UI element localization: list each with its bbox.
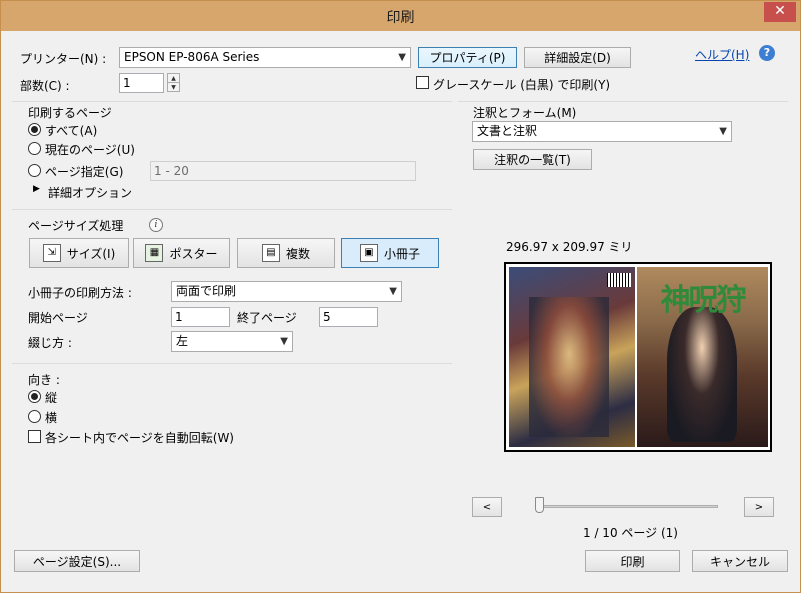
- next-page-button[interactable]: >: [744, 497, 774, 517]
- print-dialog: 印刷 ✕ プリンター(N) : EPSON EP-806A Series ▼ プ…: [0, 0, 801, 593]
- page-slider-thumb[interactable]: [535, 497, 544, 513]
- fit-size-icon: ⇲: [42, 244, 61, 262]
- title-bar[interactable]: 印刷 ✕: [1, 1, 800, 31]
- preview-dimensions: 296.97 x 209.97 ミリ: [506, 240, 633, 254]
- poster-label: ポスター: [169, 246, 218, 261]
- pages-range-radio[interactable]: [28, 164, 41, 177]
- auto-rotate-checkbox[interactable]: [28, 430, 41, 443]
- page-size-heading: ページサイズ処理: [28, 219, 124, 233]
- pages-range-label: ページ指定(G): [45, 165, 124, 179]
- copies-input[interactable]: 1: [119, 73, 164, 93]
- booklet-label: 小冊子: [383, 246, 420, 261]
- multiple-label: 複数: [285, 246, 310, 261]
- print-button[interactable]: 印刷: [585, 550, 680, 572]
- pages-current-label: 現在のページ(U): [45, 143, 135, 157]
- chevron-down-icon: ▼: [719, 126, 727, 137]
- dialog-body: プリンター(N) : EPSON EP-806A Series ▼ プロパティ(…: [8, 31, 795, 587]
- more-options-label[interactable]: 詳細オプション: [48, 184, 132, 201]
- portrait-label: 縦: [45, 391, 58, 405]
- expand-triangle-icon[interactable]: ▶: [33, 184, 40, 194]
- comments-summary-button[interactable]: 注釈の一覧(T): [473, 149, 592, 170]
- pages-all-label: すべて(A): [45, 124, 98, 138]
- size-fit-label: サイズ(I): [66, 246, 116, 261]
- copies-stepper[interactable]: ▲ ▼: [167, 73, 180, 92]
- advanced-button[interactable]: 詳細設定(D): [524, 47, 631, 68]
- character-illustration: [667, 307, 737, 442]
- booklet-method-label: 小冊子の印刷方法 :: [28, 286, 132, 300]
- booklet-icon: ▣: [359, 244, 378, 262]
- size-fit-button[interactable]: ⇲ サイズ(I): [29, 238, 129, 268]
- poster-button[interactable]: ▦ ポスター: [133, 238, 230, 268]
- stepper-down-icon[interactable]: ▼: [168, 83, 179, 92]
- start-page-input[interactable]: 1: [171, 307, 230, 327]
- end-page-input[interactable]: 5: [319, 307, 378, 327]
- start-page-label: 開始ページ: [28, 311, 88, 325]
- grayscale-checkbox[interactable]: [416, 76, 429, 89]
- comments-heading: 注釈とフォーム(M): [473, 106, 577, 120]
- grayscale-label: グレースケール (白黒) で印刷(Y): [433, 78, 611, 92]
- printer-label: プリンター(N) :: [20, 52, 107, 66]
- back-cover-image: [509, 267, 635, 447]
- binding-value: 左: [176, 334, 189, 348]
- cancel-button[interactable]: キャンセル: [692, 550, 788, 572]
- copies-label: 部数(C) :: [20, 79, 70, 93]
- landscape-label: 横: [45, 411, 58, 425]
- poster-icon: ▦: [145, 244, 164, 262]
- page-setup-button[interactable]: ページ設定(S)...: [14, 550, 140, 572]
- chevron-down-icon: ▼: [280, 336, 288, 347]
- pages-range-input[interactable]: 1 - 20: [150, 161, 416, 181]
- chevron-down-icon: ▼: [398, 52, 406, 63]
- stepper-up-icon[interactable]: ▲: [168, 74, 179, 83]
- properties-button[interactable]: プロパティ(P): [418, 47, 517, 68]
- help-link[interactable]: ヘルプ(H): [695, 46, 749, 63]
- pages-heading: 印刷するページ: [28, 106, 112, 120]
- barcode-icon: [607, 273, 631, 287]
- landscape-radio[interactable]: [28, 410, 41, 423]
- orientation-heading: 向き :: [28, 373, 60, 387]
- booklet-method-select[interactable]: 両面で印刷 ▼: [171, 281, 402, 302]
- multiple-icon: ▤: [261, 244, 280, 262]
- prev-page-button[interactable]: <: [472, 497, 502, 517]
- pages-current-radio[interactable]: [28, 142, 41, 155]
- page-status: 1 / 10 ページ (1): [583, 526, 678, 540]
- help-icon[interactable]: ?: [759, 45, 775, 61]
- printer-select-value: EPSON EP-806A Series: [124, 50, 260, 64]
- booklet-method-value: 両面で印刷: [176, 284, 237, 298]
- printer-select[interactable]: EPSON EP-806A Series ▼: [119, 47, 411, 68]
- end-page-label: 終了ページ: [237, 311, 297, 325]
- close-button[interactable]: ✕: [764, 2, 796, 22]
- portrait-radio[interactable]: [28, 390, 41, 403]
- multiple-button[interactable]: ▤ 複数: [237, 238, 335, 268]
- window-title: 印刷: [386, 10, 415, 26]
- front-cover-image: 神呪狩: [637, 267, 768, 447]
- booklet-button[interactable]: ▣ 小冊子: [341, 238, 439, 268]
- preview-page: 神呪狩: [504, 262, 772, 452]
- page-slider-track[interactable]: [538, 505, 718, 508]
- auto-rotate-label: 各シート内でページを自動回転(W): [45, 431, 234, 445]
- info-icon[interactable]: i: [149, 218, 163, 232]
- pages-all-radio[interactable]: [28, 123, 41, 136]
- comments-select[interactable]: 文書と注釈 ▼: [472, 121, 732, 142]
- cover-title: 神呪狩: [660, 283, 747, 318]
- binding-label: 綴じ方 :: [28, 336, 72, 350]
- character-illustration: [529, 297, 609, 437]
- binding-select[interactable]: 左 ▼: [171, 331, 293, 352]
- chevron-down-icon: ▼: [389, 286, 397, 297]
- comments-value: 文書と注釈: [477, 124, 538, 138]
